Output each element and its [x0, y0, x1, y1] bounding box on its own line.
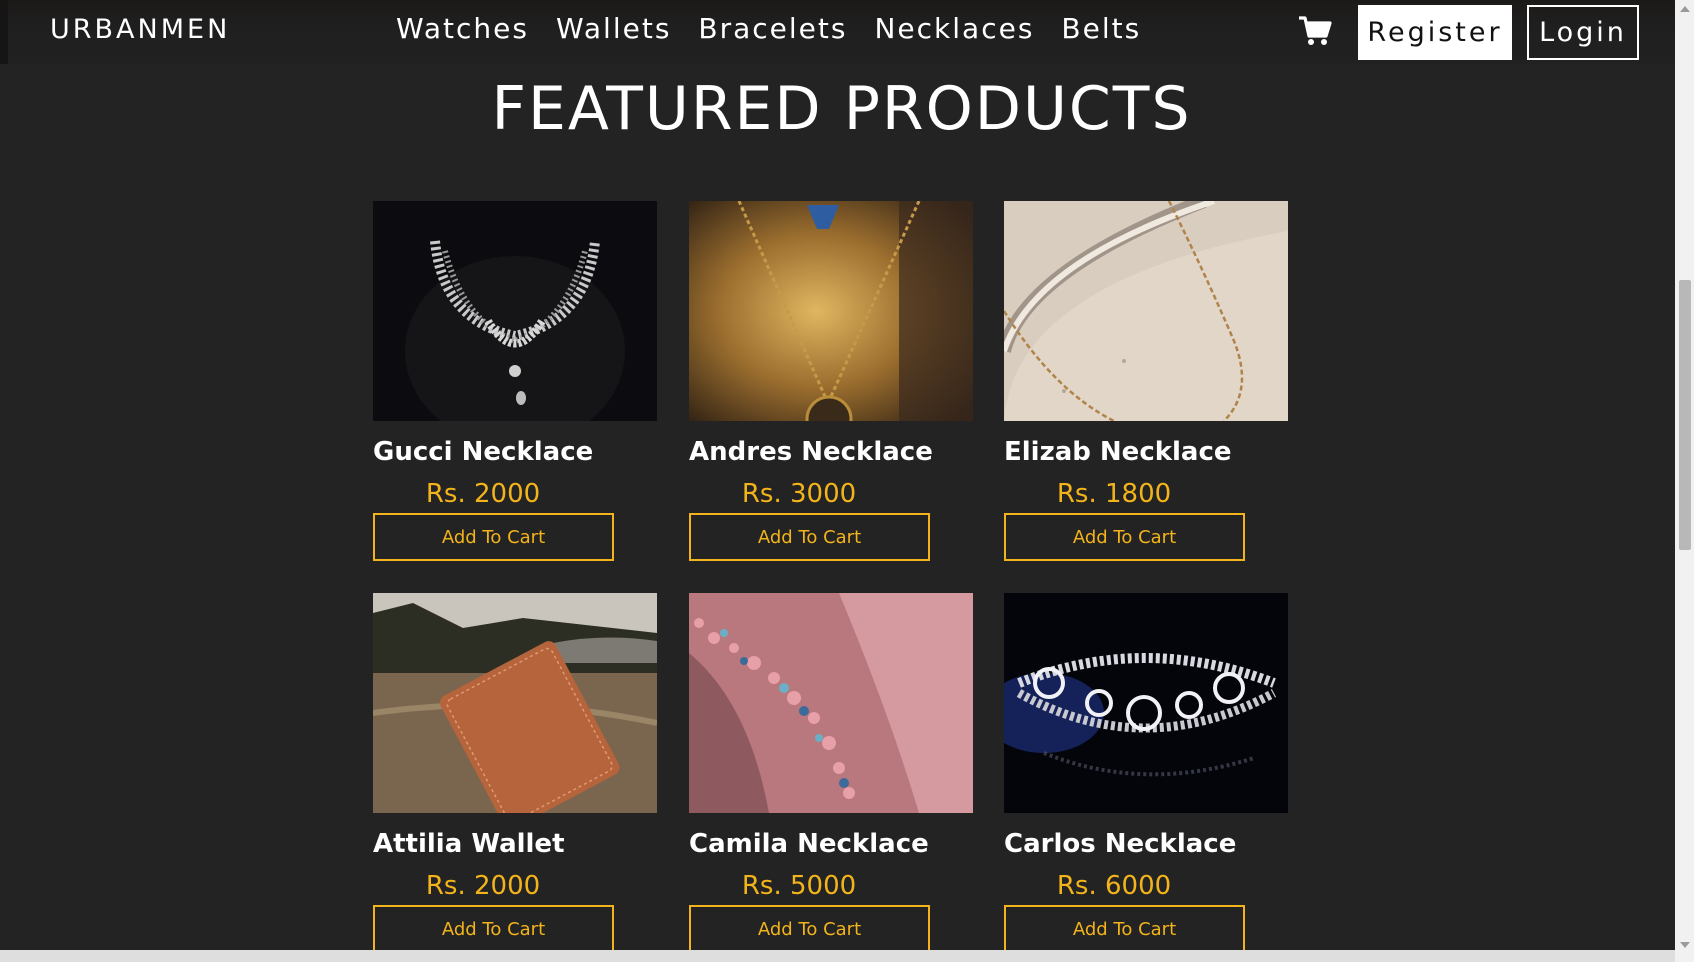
nav-links: Watches Wallets Bracelets Necklaces Belt… — [396, 12, 1168, 45]
shopping-cart-icon[interactable] — [1298, 15, 1332, 47]
product-image-andres-necklace[interactable] — [689, 201, 973, 421]
scroll-thumb[interactable] — [1679, 280, 1691, 550]
product-price: Rs. 2000 — [425, 871, 541, 901]
add-to-cart-button[interactable]: Add To Cart — [1004, 513, 1245, 561]
product-price: Rs. 1800 — [1056, 479, 1172, 509]
product-image-elizab-necklace[interactable] — [1004, 201, 1288, 421]
product-price: Rs. 6000 — [1056, 871, 1172, 901]
product-card: Andres Necklace Rs. 3000 Add To Cart — [689, 201, 973, 561]
add-to-cart-button[interactable]: Add To Cart — [373, 513, 614, 561]
product-name: Andres Necklace — [689, 437, 933, 467]
nav-link-wallets[interactable]: Wallets — [556, 12, 671, 45]
add-to-cart-button[interactable]: Add To Cart — [689, 513, 930, 561]
brand-logo[interactable]: URBANMEN — [50, 14, 230, 45]
product-image-camila-necklace[interactable] — [689, 593, 973, 813]
product-image-gucci-necklace[interactable] — [373, 201, 657, 421]
nav-link-bracelets[interactable]: Bracelets — [698, 12, 847, 45]
scroll-down-arrow-icon[interactable] — [1680, 942, 1690, 948]
login-button[interactable]: Login — [1527, 5, 1639, 60]
vertical-scrollbar[interactable] — [1675, 0, 1694, 962]
add-to-cart-button[interactable]: Add To Cart — [373, 905, 614, 950]
product-name: Camila Necklace — [689, 829, 929, 859]
page-title: FEATURED PRODUCTS — [491, 74, 1192, 144]
add-to-cart-button[interactable]: Add To Cart — [689, 905, 930, 950]
page-viewport: URBANMEN Watches Wallets Bracelets Neckl… — [0, 0, 1675, 950]
navbar: URBANMEN Watches Wallets Bracelets Neckl… — [0, 0, 1675, 64]
product-image-carlos-necklace[interactable] — [1004, 593, 1288, 813]
nav-link-watches[interactable]: Watches — [396, 12, 529, 45]
product-name: Attilia Wallet — [373, 829, 565, 859]
horizontal-scrollbar[interactable] — [0, 950, 1675, 962]
product-card: Gucci Necklace Rs. 2000 Add To Cart — [373, 201, 657, 561]
add-to-cart-button[interactable]: Add To Cart — [1004, 905, 1245, 950]
nav-link-necklaces[interactable]: Necklaces — [874, 12, 1034, 45]
product-name: Carlos Necklace — [1004, 829, 1237, 859]
product-card: Attilia Wallet Rs. 2000 Add To Cart — [373, 593, 657, 950]
register-button[interactable]: Register — [1358, 5, 1512, 60]
product-price: Rs. 2000 — [425, 479, 541, 509]
product-card: Elizab Necklace Rs. 1800 Add To Cart — [1004, 201, 1288, 561]
product-image-attilia-wallet[interactable] — [373, 593, 657, 813]
product-name: Gucci Necklace — [373, 437, 594, 467]
product-card: Carlos Necklace Rs. 6000 Add To Cart — [1004, 593, 1288, 950]
scroll-up-arrow-icon[interactable] — [1680, 6, 1690, 12]
product-name: Elizab Necklace — [1004, 437, 1232, 467]
nav-link-belts[interactable]: Belts — [1061, 12, 1141, 45]
product-card: Camila Necklace Rs. 5000 Add To Cart — [689, 593, 973, 950]
product-price: Rs. 5000 — [741, 871, 857, 901]
product-price: Rs. 3000 — [741, 479, 857, 509]
